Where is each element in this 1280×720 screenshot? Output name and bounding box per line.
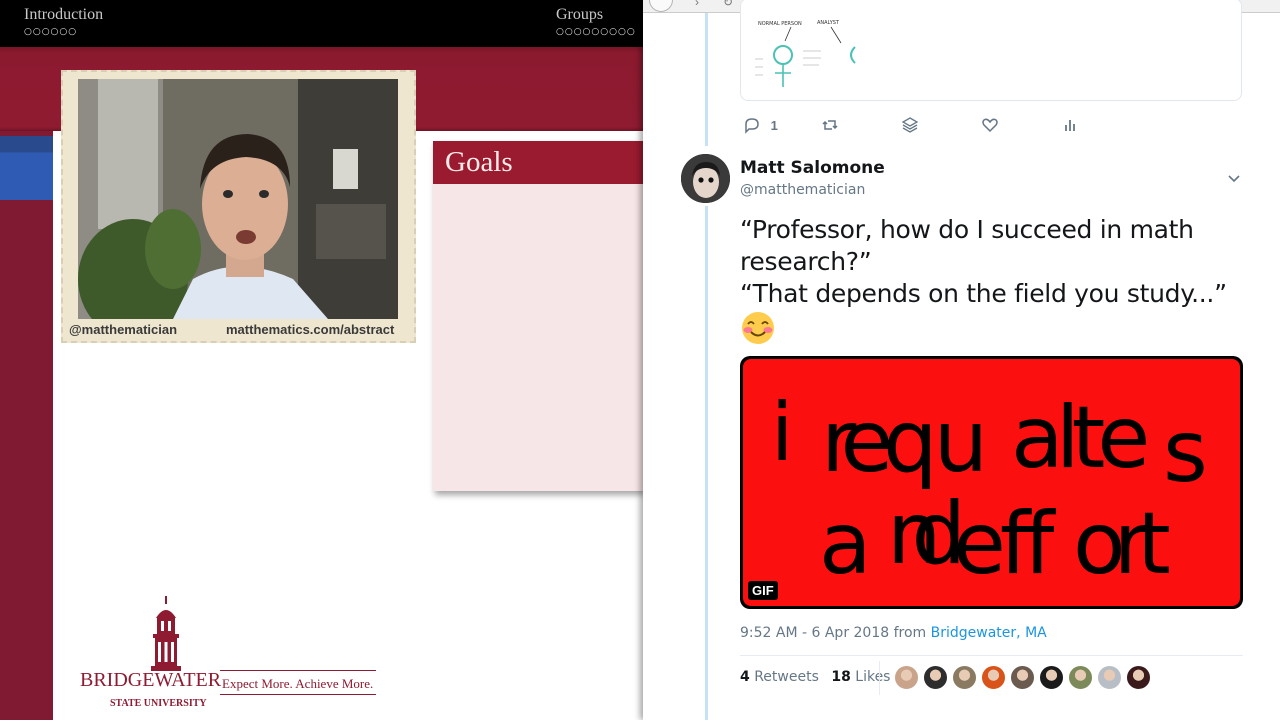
slide-side-strip	[0, 131, 53, 720]
gif-badge: GIF	[748, 581, 778, 600]
retweets-stat[interactable]: 4 Retweets	[740, 669, 819, 685]
nav-section-dots[interactable]: ○○○○○○○○○	[556, 27, 636, 37]
blushing-smile-icon	[742, 312, 774, 344]
logo-university-name: BRIDGEWATER	[80, 669, 222, 691]
thumbnail-label: NORMAL PERSON	[758, 21, 802, 27]
forward-icon[interactable]: ›	[695, 0, 699, 9]
tweet-text: “Professor, how do I succeed in math res…	[740, 214, 1250, 310]
tweet-text-line: “Professor, how do I succeed in math	[740, 215, 1194, 244]
nav-section-title: Groups	[556, 6, 604, 23]
reply-icon	[745, 118, 759, 134]
chevron-down-icon[interactable]	[1226, 170, 1242, 186]
reply-count: 1	[770, 118, 778, 133]
gif-artwork-glyph: s	[1163, 402, 1208, 502]
like-button[interactable]	[981, 116, 999, 137]
liker-avatar[interactable]	[1126, 665, 1151, 690]
author-photo	[681, 154, 730, 203]
logo-rule	[220, 694, 376, 695]
gif-artwork-glyph: a	[819, 494, 872, 594]
slide-navigation-bar: Introduction ○○○○○○ Groups ○○○○○○○○○	[0, 0, 643, 47]
gif-artwork-glyph: qu	[883, 392, 988, 492]
presenter-video-image	[78, 79, 398, 319]
webcam-caption-handle: @matthematician	[69, 322, 178, 337]
university-logo: BRIDGEWATER Expect More. Achieve More. S…	[80, 596, 380, 716]
gif-frame: i re qu alte s a nd eff ort	[743, 359, 1240, 606]
logo-rule	[220, 670, 376, 671]
slide-blue-tab	[0, 136, 53, 200]
liker-avatar[interactable]	[894, 665, 919, 690]
liker-avatar[interactable]	[952, 665, 977, 690]
reply-button[interactable]: 1	[743, 116, 778, 134]
goals-panel: Goals	[433, 141, 643, 491]
webcam-video	[78, 79, 398, 319]
tweet-stats: 4 Retweets 18 Likes	[740, 669, 890, 685]
stack-button[interactable]	[901, 116, 919, 137]
gif-artwork-glyph: alte	[1011, 388, 1150, 488]
layers-icon	[901, 117, 919, 133]
quoted-media-thumbnail[interactable]: NORMAL PERSON ANALYST	[753, 11, 857, 91]
retweets-count: 4	[740, 669, 750, 685]
liker-avatar[interactable]	[981, 665, 1006, 690]
liker-avatar[interactable]	[923, 665, 948, 690]
goals-header: Goals	[433, 141, 643, 184]
liker-avatar[interactable]	[1068, 665, 1093, 690]
author-name[interactable]: Matt Salomone	[740, 158, 885, 178]
gif-artwork-glyph: i	[771, 386, 794, 479]
bottom-action-bar	[740, 712, 1140, 720]
location-link[interactable]: Bridgewater, MA	[931, 625, 1047, 641]
webcam-caption-site: matthematics.com/abstract	[226, 322, 395, 337]
likes-label: Likes	[855, 669, 891, 685]
logo-tagline: Expect More. Achieve More.	[222, 676, 374, 691]
likes-stat[interactable]: 18 Likes	[831, 669, 890, 685]
divider	[740, 655, 1243, 656]
avatar[interactable]	[681, 154, 730, 203]
reload-icon[interactable]: ↻	[723, 0, 733, 9]
gif-media[interactable]: i re qu alte s a nd eff ort GIF	[740, 356, 1243, 609]
tweet-text-line: research?”	[740, 247, 872, 276]
tweet-text-line: “That depends on the field you study...”	[740, 279, 1227, 308]
thread-connector-line	[705, 206, 708, 720]
twitter-window: › ↻ ● ★ ⋮ NORMAL PERSON ANALYST 1	[643, 0, 1280, 720]
gif-artwork-glyph: ort	[1073, 494, 1171, 594]
heart-icon	[982, 118, 998, 133]
analytics-icon	[1065, 120, 1075, 131]
logo-subtitle: STATE UNIVERSITY	[110, 698, 207, 709]
thread-connector-line	[705, 13, 708, 146]
nav-section-dots[interactable]: ○○○○○○	[24, 27, 103, 37]
quoted-tweet-card[interactable]: NORMAL PERSON ANALYST	[740, 0, 1242, 101]
author-handle[interactable]: @matthematician	[740, 182, 865, 198]
divider	[879, 661, 880, 695]
likes-count: 18	[831, 669, 851, 685]
gif-artwork-glyph: nd	[887, 484, 966, 584]
timestamp-text[interactable]: 9:52 AM - 6 Apr 2018 from	[740, 625, 931, 641]
tweet-timestamp[interactable]: 9:52 AM - 6 Apr 2018 from Bridgewater, M…	[740, 625, 1047, 641]
back-button[interactable]	[649, 0, 673, 12]
goals-title: Goals	[445, 146, 513, 178]
liker-avatar[interactable]	[1010, 665, 1035, 690]
liker-avatar[interactable]	[1039, 665, 1064, 690]
campanile-icon	[151, 596, 181, 671]
gif-artwork-glyph: re	[821, 392, 893, 492]
retweet-icon	[822, 120, 838, 130]
thumbnail-label: ANALYST	[817, 20, 840, 26]
retweets-label: Retweets	[754, 669, 819, 685]
nav-section-introduction[interactable]: Introduction ○○○○○○	[24, 6, 103, 37]
nav-section-groups[interactable]: Groups ○○○○○○○○○	[556, 6, 636, 37]
analytics-button[interactable]	[1061, 116, 1079, 137]
presentation-slide: Introduction ○○○○○○ Groups ○○○○○○○○○ @ma…	[0, 0, 643, 720]
liker-avatar[interactable]	[1097, 665, 1122, 690]
retweet-button[interactable]	[821, 116, 839, 137]
gif-artwork-glyph: eff	[953, 494, 1054, 594]
nav-section-title: Introduction	[24, 6, 104, 23]
